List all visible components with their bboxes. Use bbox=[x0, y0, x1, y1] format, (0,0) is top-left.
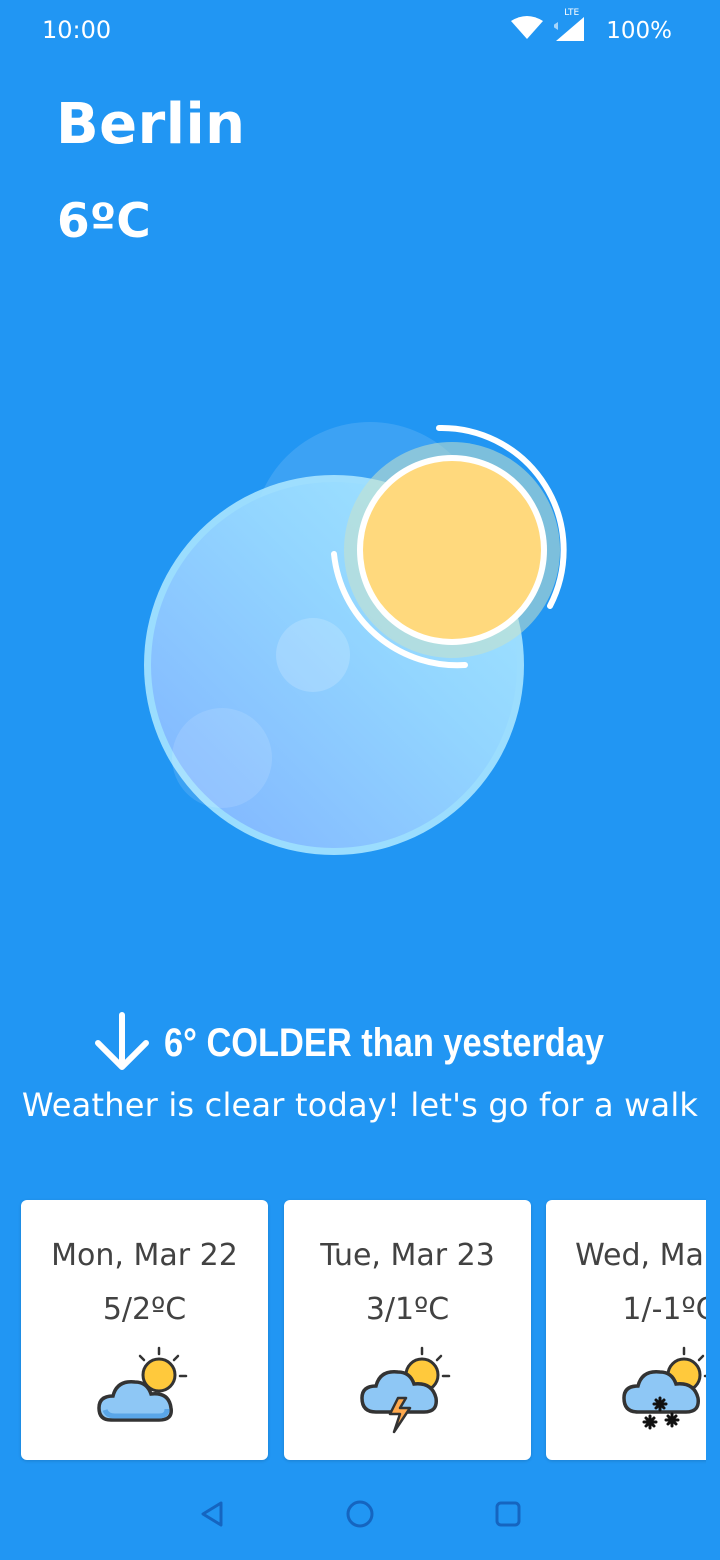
status-icons: LTE 100% bbox=[510, 8, 672, 47]
back-icon[interactable] bbox=[190, 1492, 234, 1536]
home-icon[interactable] bbox=[338, 1492, 382, 1536]
network-type: LTE bbox=[564, 8, 580, 18]
status-time: 10:00 bbox=[42, 16, 112, 44]
forecast-list[interactable]: Mon, Mar 22 5/2ºC Tue, Mar 23 3/1ºC Wed,… bbox=[0, 1198, 706, 1464]
temperature-comparison: 6° COLDER than yesterday bbox=[0, 1008, 720, 1078]
recents-icon[interactable] bbox=[486, 1492, 530, 1536]
partly-cloudy-icon bbox=[95, 1346, 195, 1436]
weather-screen: 10:00 LTE 100% Berlin 6ºC 6° COLDER than… bbox=[0, 0, 720, 1560]
forecast-temperature-range: 5/2ºC bbox=[102, 1292, 187, 1327]
thunderstorm-icon bbox=[358, 1346, 458, 1436]
arrow-down-icon bbox=[94, 1011, 150, 1076]
forecast-card-mon[interactable]: Mon, Mar 22 5/2ºC bbox=[21, 1200, 268, 1460]
forecast-card-wed[interactable]: Wed, Mar 24 1/-1ºC bbox=[546, 1200, 706, 1460]
forecast-temperature-range: 1/-1ºC bbox=[622, 1292, 706, 1327]
forecast-date: Tue, Mar 23 bbox=[320, 1238, 495, 1273]
signal-icon: LTE bbox=[552, 8, 588, 47]
city-name: Berlin bbox=[56, 92, 246, 157]
weather-illustration bbox=[120, 410, 600, 880]
forecast-temperature-range: 3/1ºC bbox=[365, 1292, 450, 1327]
snow-icon bbox=[620, 1346, 706, 1436]
comparison-text: 6° COLDER than yesterday bbox=[164, 1020, 605, 1065]
current-temperature: 6ºC bbox=[57, 194, 151, 249]
forecast-card-tue[interactable]: Tue, Mar 23 3/1ºC bbox=[284, 1200, 531, 1460]
forecast-date: Mon, Mar 22 bbox=[51, 1238, 238, 1273]
system-nav-bar bbox=[0, 1470, 720, 1560]
weather-advice: Weather is clear today! let's go for a w… bbox=[21, 1086, 699, 1124]
wifi-icon bbox=[510, 15, 544, 46]
status-bar: 10:00 LTE 100% bbox=[0, 0, 720, 64]
battery-level: 100% bbox=[606, 17, 672, 44]
forecast-date: Wed, Mar 24 bbox=[575, 1238, 706, 1273]
